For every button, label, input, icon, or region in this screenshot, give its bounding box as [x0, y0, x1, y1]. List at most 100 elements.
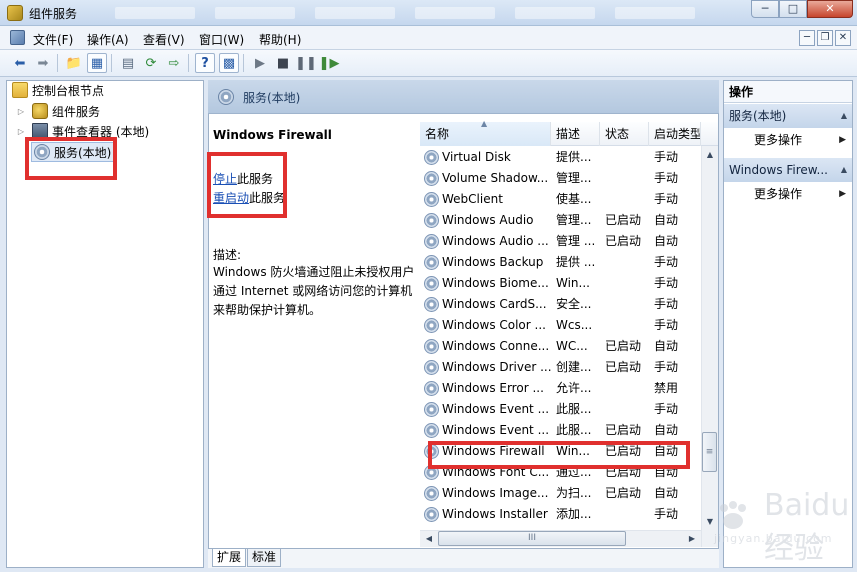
- cell-name: Windows Event ...: [442, 402, 550, 416]
- menu-file[interactable]: 文件(F): [33, 31, 73, 48]
- mdi-minimize-button[interactable]: ─: [799, 30, 815, 46]
- restart-icon[interactable]: ❚▶: [319, 53, 340, 73]
- cell-status: 已启动: [605, 234, 642, 248]
- expand-icon[interactable]: ▷: [16, 107, 26, 116]
- toolbar-separator: [57, 54, 58, 72]
- vertical-scroll-thumb[interactable]: ≡: [702, 432, 717, 472]
- description-text: Windows 防火墙通过阻止未授权用户通过 Internet 或网络访问您的计…: [213, 265, 415, 317]
- service-gear-icon: [424, 360, 439, 375]
- cell-startup-type: 手动: [654, 402, 679, 416]
- pause-icon[interactable]: ❚❚: [295, 53, 317, 73]
- cell-description: 管理...: [556, 213, 592, 227]
- cell-description: 使基...: [556, 192, 592, 206]
- services-gear-icon: [218, 89, 234, 105]
- service-gear-icon: [424, 213, 439, 228]
- table-row[interactable]: Windows CardS... 安全... 手动: [420, 294, 703, 315]
- table-row[interactable]: Windows Driver ... 创建... 已启动 手动: [420, 357, 703, 378]
- cell-name: Windows Backup: [442, 255, 544, 269]
- help-icon[interactable]: ?: [195, 53, 215, 73]
- service-gear-icon: [424, 255, 439, 270]
- menu-view[interactable]: 查看(V): [143, 31, 185, 48]
- column-startup-type[interactable]: 启动类型: [649, 122, 701, 146]
- cell-status: 已启动: [605, 486, 642, 500]
- table-row[interactable]: Windows Biome... Win... 手动: [420, 273, 703, 294]
- forward-arrow-icon[interactable]: ➡: [33, 53, 53, 73]
- component-services-app-icon: [7, 5, 23, 21]
- scroll-grip: ≡: [705, 447, 714, 457]
- service-gear-icon: [424, 318, 439, 333]
- table-row[interactable]: WebClient 使基... 手动: [420, 189, 703, 210]
- column-status[interactable]: 状态: [600, 122, 649, 146]
- close-button[interactable]: ✕: [807, 0, 853, 18]
- actions-section-services-local[interactable]: 服务(本地) ▲: [724, 104, 852, 128]
- collapse-icon[interactable]: ▲: [841, 158, 847, 182]
- table-row[interactable]: Windows Event ... 此服... 手动: [420, 399, 703, 420]
- cell-name: Windows Audio ...: [442, 234, 549, 248]
- table-row[interactable]: Windows Audio 管理... 已启动 自动: [420, 210, 703, 231]
- show-tree-icon[interactable]: ▦: [87, 53, 107, 73]
- toolbar-separator: [188, 54, 189, 72]
- table-row[interactable]: Windows Event ... 此服... 已启动 自动: [420, 420, 703, 441]
- mdi-restore-button[interactable]: ❐: [817, 30, 833, 46]
- watermark-brand: Baidu 经验: [764, 488, 850, 566]
- scroll-up-arrow[interactable]: ▲: [702, 147, 718, 163]
- cell-startup-type: 自动: [654, 423, 679, 437]
- tab-standard[interactable]: 标准: [247, 549, 282, 567]
- refresh-icon[interactable]: ⟳: [141, 53, 161, 73]
- cell-startup-type: 手动: [654, 297, 679, 311]
- stop-icon[interactable]: ■: [273, 53, 293, 73]
- menu-action[interactable]: 操作(A): [87, 31, 129, 48]
- table-row[interactable]: Windows Backup 提供 ... 手动: [420, 252, 703, 273]
- mdi-close-button[interactable]: ✕: [835, 30, 851, 46]
- back-arrow-icon[interactable]: ⬅: [10, 53, 30, 73]
- export-icon[interactable]: ⇨: [164, 53, 184, 73]
- cell-status: [605, 294, 649, 315]
- more-actions-item[interactable]: 更多操作 ▶: [724, 183, 852, 205]
- services-panel-title: 服务(本地): [243, 91, 301, 105]
- cell-startup-type: 手动: [654, 192, 679, 206]
- tab-extended[interactable]: 扩展: [212, 549, 247, 567]
- tree-item-component-services[interactable]: ▷ 组件服务: [16, 101, 100, 121]
- table-row[interactable]: Windows Audio ... 管理 ... 已启动 自动: [420, 231, 703, 252]
- cell-status: 已启动: [605, 360, 642, 374]
- actions-section-windows-firewall[interactable]: Windows Firew... ▲: [724, 158, 852, 182]
- background-taskbar-blur: [315, 7, 395, 19]
- folder-icon: [12, 82, 28, 98]
- menu-window[interactable]: 窗口(W): [199, 31, 244, 48]
- table-row[interactable]: Windows Error ... 允许... 禁用: [420, 378, 703, 399]
- table-row[interactable]: Windows Conne... WC... 已启动 自动: [420, 336, 703, 357]
- background-taskbar-blur: [615, 7, 695, 19]
- horizontal-scroll-thumb[interactable]: III: [438, 531, 626, 546]
- cell-startup-type: 自动: [654, 486, 679, 500]
- cell-name: Virtual Disk: [442, 150, 511, 164]
- background-taskbar-blur: [115, 7, 195, 19]
- service-gear-icon: [424, 381, 439, 396]
- service-gear-icon: [424, 150, 439, 165]
- properties-icon[interactable]: ▤: [118, 53, 138, 73]
- cell-startup-type: 自动: [654, 213, 679, 227]
- table-row[interactable]: Volume Shadow... 管理... 手动: [420, 168, 703, 189]
- collapse-icon[interactable]: ▲: [841, 104, 847, 128]
- scroll-right-arrow[interactable]: ▶: [684, 531, 700, 547]
- maximize-button[interactable]: □: [779, 0, 807, 18]
- column-description[interactable]: 描述: [551, 122, 600, 146]
- view-tabs: [208, 548, 719, 568]
- console-icon[interactable]: ▩: [219, 53, 239, 73]
- tree-root[interactable]: 控制台根节点: [12, 80, 104, 100]
- more-actions-item[interactable]: 更多操作 ▶: [724, 129, 852, 151]
- table-row[interactable]: Virtual Disk 提供... 手动: [420, 147, 703, 168]
- expand-icon[interactable]: ▷: [16, 127, 26, 136]
- cell-name: WebClient: [442, 192, 503, 206]
- up-folder-icon[interactable]: 📁: [64, 53, 84, 73]
- table-row[interactable]: Windows Image... 为扫... 已启动 自动: [420, 483, 703, 504]
- console-menu-icon[interactable]: [10, 30, 25, 45]
- menu-help[interactable]: 帮助(H): [259, 31, 301, 48]
- play-icon[interactable]: ▶: [250, 53, 270, 73]
- minimize-button[interactable]: ─: [751, 0, 779, 18]
- cell-startup-type: 手动: [654, 507, 679, 521]
- table-row[interactable]: Windows Color ... Wcs... 手动: [420, 315, 703, 336]
- scroll-left-arrow[interactable]: ◀: [421, 531, 437, 547]
- table-row[interactable]: Windows Installer 添加... 手动: [420, 504, 703, 525]
- cell-startup-type: 手动: [654, 360, 679, 374]
- cell-startup-type: 禁用: [654, 381, 679, 395]
